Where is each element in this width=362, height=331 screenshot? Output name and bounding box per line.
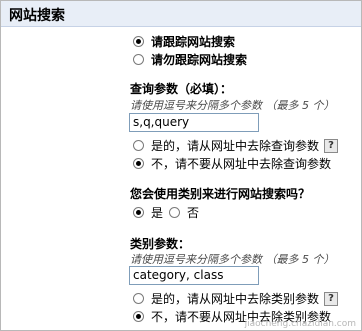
watermark: jiaocheng.chazidian.com [244,319,356,329]
query-strip-yes-radio[interactable] [133,140,144,151]
category-strip-no-radio[interactable] [133,311,144,322]
track-label: 请跟踪网站搜索 [151,35,236,49]
category-strip-yes-label: 是的，请从网址中去除类别参数 [151,292,320,306]
panel-header: 网站搜索 [1,1,361,27]
track-option[interactable]: 请跟踪网站搜索 [133,33,235,50]
no-track-label: 请勿跟踪网站搜索 [151,53,248,67]
category-params-label: 类别参数： [130,237,191,251]
no-track-option[interactable]: 请勿跟踪网站搜索 [133,51,247,68]
query-params-input[interactable]: s,q,query [129,113,259,132]
category-strip-yes-radio[interactable] [133,293,144,304]
query-params-label: 查询参数（必填）： [130,82,233,96]
help-icon[interactable]: ? [324,138,339,153]
category-no-label: 否 [187,206,200,220]
help-icon[interactable]: ? [324,291,339,306]
query-params-hint: 请使用逗号来分隔多个参数 （最多 5 个） [130,99,335,112]
track-radio[interactable] [133,36,144,47]
query-strip-no-radio[interactable] [133,158,144,169]
category-strip-yes-option[interactable]: 是的，请从网址中去除类别参数 ? [133,290,339,307]
category-yes-radio[interactable] [133,207,144,218]
no-track-radio[interactable] [133,54,144,65]
category-question: 您会使用类别来进行网站搜索吗？ [130,187,311,201]
query-strip-yes-option[interactable]: 是的，请从网址中去除查询参数 ? [133,137,339,154]
query-strip-yes-label: 是的，请从网址中去除查询参数 [151,139,320,153]
category-choice: 是 否 [133,204,199,221]
category-no-radio[interactable] [169,207,181,218]
category-params-input[interactable]: category, class [129,266,259,285]
query-strip-no-label: 不，请不要从网址中去除查询参数 [151,157,332,171]
query-strip-no-option[interactable]: 不，请不要从网址中去除查询参数 [133,155,331,172]
panel-title: 网站搜索 [9,8,65,24]
category-params-hint: 请使用逗号来分隔多个参数 （最多 5 个） [130,253,335,266]
category-yes-label: 是 [151,206,164,220]
